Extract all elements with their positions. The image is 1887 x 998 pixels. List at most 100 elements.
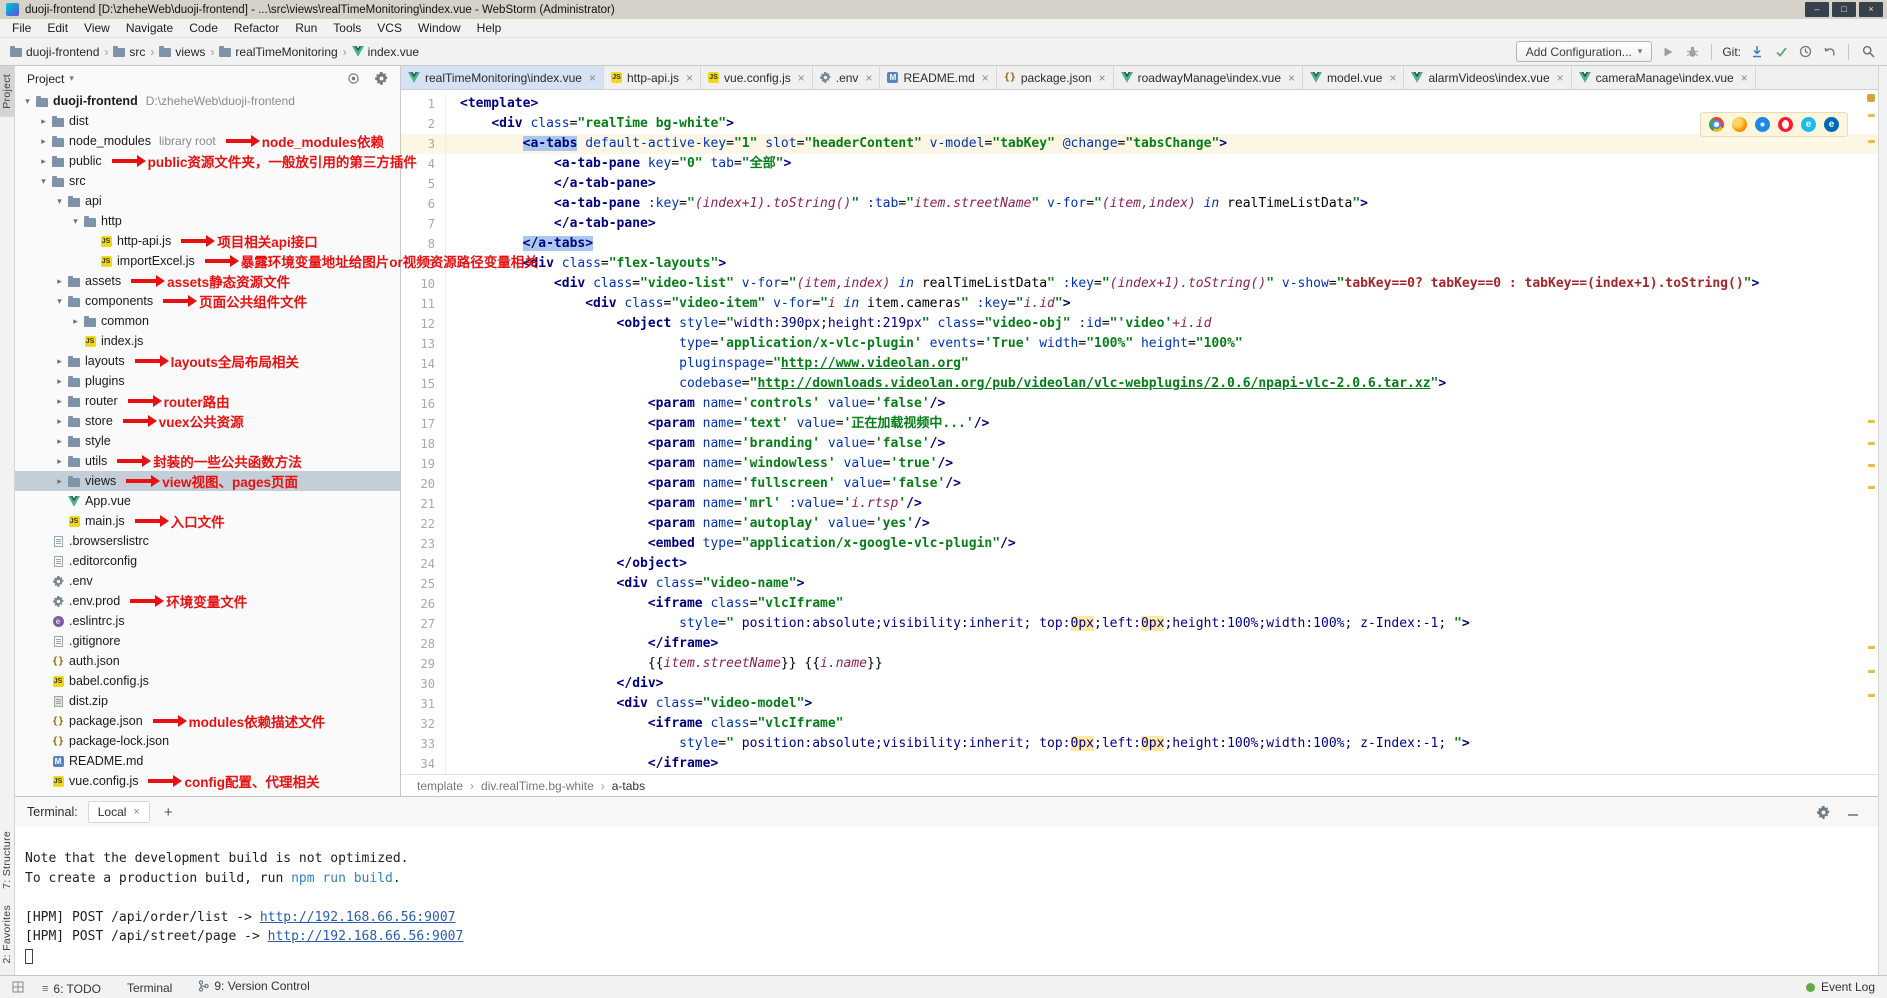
code-line-15[interactable]: 15 codebase="http://downloads.videolan.o… [401, 374, 1878, 394]
code-line-14[interactable]: 14 pluginspage="http://www.videolan.org" [401, 354, 1878, 374]
code-line-10[interactable]: 10 <div class="video-list" v-for="(item,… [401, 274, 1878, 294]
code-line-22[interactable]: 22 <param name='autoplay' value='yes'/> [401, 514, 1878, 534]
tree-closed-arrow-icon[interactable]: ▸ [53, 376, 66, 387]
breadcrumb-src[interactable]: src [113, 45, 145, 59]
tree-item-auth-json[interactable]: {}auth.json [15, 651, 400, 671]
code-line-11[interactable]: 11 <div class="video-item" v-for="i in i… [401, 294, 1878, 314]
tree-open-arrow-icon[interactable]: ▾ [37, 176, 50, 187]
editor-tab-roadwaymanage-index-vue[interactable]: roadwayManage\index.vue× [1114, 66, 1303, 89]
close-tab-icon[interactable]: × [1741, 71, 1748, 85]
code-line-9[interactable]: 9 <div class="flex-layouts"> [401, 254, 1878, 274]
editor-tab-model-vue[interactable]: model.vue× [1303, 66, 1404, 89]
code-line-6[interactable]: 6 <a-tab-pane :key="(index+1).toString()… [401, 194, 1878, 214]
tree-item-main-js[interactable]: JSmain.js入口文件 [15, 511, 400, 531]
opera-icon[interactable] [1778, 117, 1793, 132]
chrome-icon[interactable] [1709, 117, 1724, 132]
tree-item-env-prod[interactable]: .env.prod环境变量文件 [15, 591, 400, 611]
tree-item-browserslistrc[interactable]: .browserslistrc [15, 531, 400, 551]
editor-tab-realtimemonitoring-index-vue[interactable]: realTimeMonitoring\index.vue× [401, 66, 604, 89]
event-log-button[interactable]: Event Log [1806, 980, 1875, 994]
tree-item-package-json[interactable]: {}package.jsonmodules依赖描述文件 [15, 711, 400, 731]
tree-closed-arrow-icon[interactable]: ▸ [37, 116, 50, 127]
tree-open-arrow-icon[interactable]: ▾ [21, 96, 34, 107]
tool-button-project[interactable]: Project [0, 66, 14, 117]
tree-item-common[interactable]: ▸common [15, 311, 400, 331]
code-line-5[interactable]: 5 </a-tab-pane> [401, 174, 1878, 194]
terminal-output[interactable]: Note that the development build is not o… [15, 827, 1878, 975]
terminal-link[interactable]: http://192.168.66.56:9007 [260, 910, 456, 925]
code-line-34[interactable]: 34 </iframe> [401, 754, 1878, 774]
editor-tab-http-api-js[interactable]: JShttp-api.js× [604, 66, 701, 89]
terminal-tab-local[interactable]: Local × [88, 801, 150, 823]
code-line-16[interactable]: 16 <param name='controls' value='false'/… [401, 394, 1878, 414]
code-line-30[interactable]: 30 </div> [401, 674, 1878, 694]
tool-button-2-favorites[interactable]: 2: Favorites [0, 897, 14, 971]
tree-item-babel-config-js[interactable]: JSbabel.config.js [15, 671, 400, 691]
tree-item-plugins[interactable]: ▸plugins [15, 371, 400, 391]
tree-item-node-modules[interactable]: ▸node_moduleslibrary rootnode_modules依赖 [15, 131, 400, 151]
close-tab-icon[interactable]: × [1288, 71, 1295, 85]
status-6-todo[interactable]: ≡6: TODO [42, 982, 101, 996]
tree-item-dist[interactable]: ▸dist [15, 111, 400, 131]
tree-closed-arrow-icon[interactable]: ▸ [53, 356, 66, 367]
editor-tab-env[interactable]: .env× [813, 66, 881, 89]
menu-window[interactable]: Window [410, 21, 469, 35]
editor-tab-cameramanage-index-vue[interactable]: cameraManage\index.vue× [1572, 66, 1756, 89]
menu-run[interactable]: Run [287, 21, 325, 35]
tree-item-http[interactable]: ▾http [15, 211, 400, 231]
editor-tab-vue-config-js[interactable]: JSvue.config.js× [701, 66, 813, 89]
breadcrumb-duoji-frontend[interactable]: duoji-frontend [10, 45, 99, 59]
code-line-8[interactable]: 8 </a-tabs> [401, 234, 1878, 254]
tree-item-src[interactable]: ▾src [15, 171, 400, 191]
tree-closed-arrow-icon[interactable]: ▸ [53, 276, 66, 287]
tree-item-components[interactable]: ▾components页面公共组件文件 [15, 291, 400, 311]
update-icon[interactable] [1748, 43, 1766, 61]
project-panel-title[interactable]: Project ▾ [27, 72, 74, 86]
editor-breadcrumb-div-realtime-bg-white[interactable]: div.realTime.bg-white [481, 779, 594, 793]
code-line-31[interactable]: 31 <div class="video-model"> [401, 694, 1878, 714]
tree-item-gitignore[interactable]: .gitignore [15, 631, 400, 651]
maximize-button[interactable]: □ [1832, 2, 1856, 17]
code-line-7[interactable]: 7 </a-tab-pane> [401, 214, 1878, 234]
tree-item-router[interactable]: ▸routerrouter路由 [15, 391, 400, 411]
close-tab-icon[interactable]: × [865, 71, 872, 85]
close-tab-icon[interactable]: × [798, 71, 805, 85]
search-icon[interactable] [1859, 43, 1877, 61]
code-line-26[interactable]: 26 <iframe class="vlcIframe" [401, 594, 1878, 614]
edge-icon[interactable]: e [1824, 117, 1839, 132]
code-line-12[interactable]: 12 <object style="width:390px;height:219… [401, 314, 1878, 334]
menu-help[interactable]: Help [469, 21, 510, 35]
code-line-33[interactable]: 33 style=" position:absolute;visibility:… [401, 734, 1878, 754]
code-line-1[interactable]: 1<template> [401, 94, 1878, 114]
status-9-version-control[interactable]: 9: Version Control [198, 979, 309, 993]
tree-closed-arrow-icon[interactable]: ▸ [69, 316, 82, 327]
code-line-13[interactable]: 13 type='application/x-vlc-plugin' event… [401, 334, 1878, 354]
breadcrumb-realtimemonitoring[interactable]: realTimeMonitoring [219, 45, 337, 59]
tree-item-dist-zip[interactable]: dist.zip [15, 691, 400, 711]
code-line-28[interactable]: 28 </iframe> [401, 634, 1878, 654]
menu-view[interactable]: View [76, 21, 118, 35]
code-line-18[interactable]: 18 <param name='branding' value='false'/… [401, 434, 1878, 454]
tree-closed-arrow-icon[interactable]: ▸ [53, 436, 66, 447]
editor-breadcrumb-a-tabs[interactable]: a-tabs [612, 779, 645, 793]
code-line-17[interactable]: 17 <param name='text' value='正在加载视频中...'… [401, 414, 1878, 434]
menu-file[interactable]: File [4, 21, 39, 35]
close-tab-icon[interactable]: × [686, 71, 693, 85]
close-tab-icon[interactable]: × [1389, 71, 1396, 85]
code-line-21[interactable]: 21 <param name='mrl' :value='i.rtsp'/> [401, 494, 1878, 514]
tree-closed-arrow-icon[interactable]: ▸ [37, 156, 50, 167]
tree-open-arrow-icon[interactable]: ▾ [53, 196, 66, 207]
menu-vcs[interactable]: VCS [369, 21, 410, 35]
tree-item-app-vue[interactable]: App.vue [15, 491, 400, 511]
tree-item-eslintrc-js[interactable]: e.eslintrc.js [15, 611, 400, 631]
tool-window-switcher-icon[interactable] [12, 981, 24, 993]
run-icon[interactable] [1659, 43, 1677, 61]
tree-item-http-api-js[interactable]: JShttp-api.js项目相关api接口 [15, 231, 400, 251]
editor-breadcrumb-template[interactable]: template [417, 779, 463, 793]
code-line-3[interactable]: 3 <a-tabs default-active-key="1" slot="h… [401, 134, 1878, 154]
code-line-25[interactable]: 25 <div class="video-name"> [401, 574, 1878, 594]
menu-edit[interactable]: Edit [39, 21, 76, 35]
code-line-4[interactable]: 4 <a-tab-pane key="0" tab="全部"> [401, 154, 1878, 174]
tree-item-duoji-frontend[interactable]: ▾duoji-frontendD:\zheheWeb\duoji-fronten… [15, 91, 400, 111]
history-icon[interactable] [1796, 43, 1814, 61]
